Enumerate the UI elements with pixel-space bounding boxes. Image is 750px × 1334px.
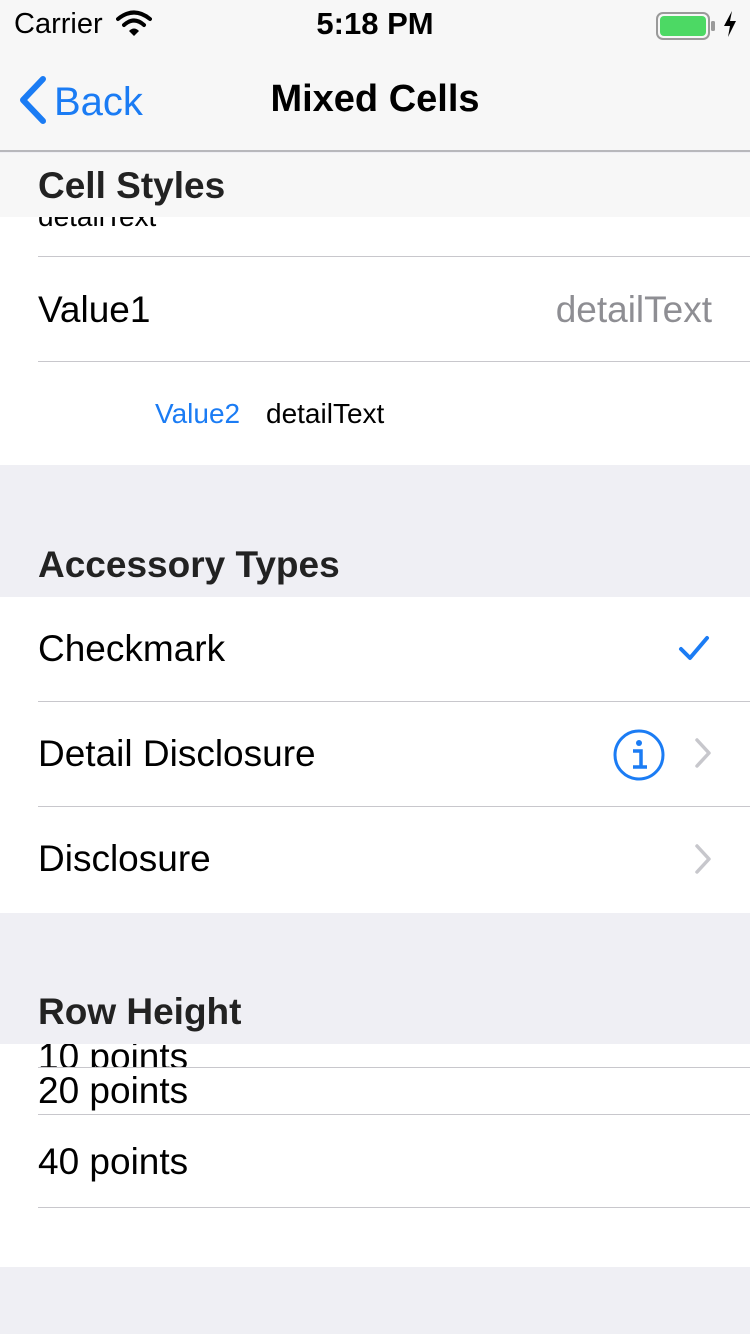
clock: 5:18 PM <box>316 6 434 41</box>
cell-value1-detail: detailText <box>555 289 712 330</box>
cell-value1-title: Value1 <box>38 289 151 330</box>
cell-disclosure[interactable]: Disclosure <box>0 807 750 913</box>
cell-40-points[interactable]: 40 points <box>0 1115 750 1207</box>
cell-checkmark-title: Checkmark <box>38 628 226 669</box>
cell-checkmark[interactable]: Checkmark <box>0 597 750 701</box>
row-height-section: 10 points 20 points 40 points <box>0 1044 750 1267</box>
chevron-right-icon <box>694 737 712 774</box>
cell-10-points[interactable]: 10 points <box>0 1044 750 1067</box>
cell-10-points-title: 10 points <box>38 1044 189 1067</box>
cell-value2-title: Value2 <box>155 398 241 429</box>
section-header-row-height: Row Height <box>38 991 242 1032</box>
cell-value1[interactable]: Value1 detailText <box>0 257 750 361</box>
cell-disclosure-title: Disclosure <box>38 838 211 879</box>
cell-detail-disclosure[interactable]: Detail Disclosure <box>0 702 750 806</box>
cell-value2[interactable]: Value2 detailText <box>0 362 750 465</box>
cell-detail-disclosure-title: Detail Disclosure <box>38 733 316 774</box>
cell-styles-section: detailText Cell Styles Value1 detailText… <box>0 153 750 465</box>
info-icon[interactable] <box>612 728 666 787</box>
section-header-cell-styles: Cell Styles <box>38 165 226 206</box>
section-header-accessory-types: Accessory Types <box>38 544 340 585</box>
cell-value2-detail: detailText <box>266 398 385 429</box>
battery-icon <box>656 11 716 46</box>
cell-20-points-title: 20 points <box>38 1070 189 1111</box>
checkmark-icon <box>678 635 710 666</box>
page-title: Mixed Cells <box>270 78 480 120</box>
chevron-right-icon <box>694 843 712 880</box>
cell-20-points[interactable]: 20 points <box>0 1068 750 1114</box>
separator <box>38 1207 750 1208</box>
cell-40-points-title: 40 points <box>38 1141 189 1182</box>
accessory-types-section: Checkmark Detail Disclosure Disclosure <box>0 597 750 913</box>
charging-bolt-icon <box>722 10 738 43</box>
